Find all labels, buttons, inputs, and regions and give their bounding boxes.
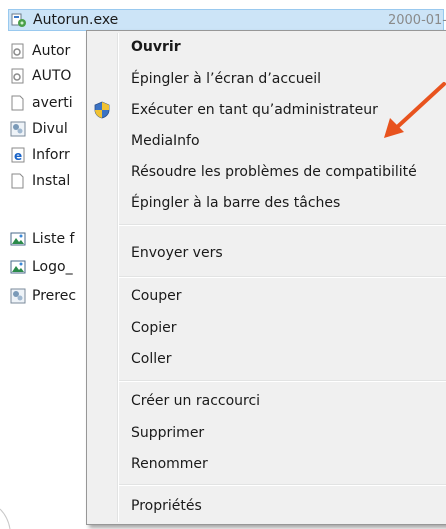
menu-separator	[119, 484, 446, 486]
file-row[interactable]: AUTO	[10, 65, 71, 87]
file-row[interactable]: Instal	[10, 170, 70, 192]
menu-item-delete[interactable]: Supprimer	[131, 420, 204, 446]
file-name: Autorun.exe	[33, 12, 119, 28]
setup-icon	[11, 68, 24, 84]
menu-separator	[119, 380, 446, 382]
file-name: Logo_	[32, 259, 73, 275]
menu-item-paste[interactable]: Coller	[131, 346, 172, 372]
menu-item-properties[interactable]: Propriétés	[131, 493, 202, 519]
file-row[interactable]: Logo_	[10, 256, 73, 278]
menu-item-rename[interactable]: Renommer	[131, 451, 208, 477]
uac-shield-icon	[94, 101, 110, 119]
menu-item-pin-to-taskbar[interactable]: Épingler à la barre des tâches	[131, 190, 340, 216]
menu-item-create-shortcut[interactable]: Créer un raccourci	[131, 388, 260, 414]
file-name: Inforr	[32, 147, 70, 163]
file-row[interactable]: Liste f	[10, 228, 74, 250]
text-file-icon	[11, 173, 24, 189]
menu-item-cut[interactable]: Couper	[131, 283, 181, 309]
file-date: 2000-01-	[387, 12, 446, 28]
settings-file-icon	[10, 288, 26, 304]
file-name: Prerec	[32, 288, 77, 304]
menu-separator	[119, 276, 446, 278]
file-name: Instal	[32, 173, 71, 189]
file-row[interactable]: Autor	[10, 40, 70, 62]
autorun-exe-icon	[11, 13, 26, 27]
annotation-arrow	[384, 82, 446, 138]
file-name: AUTO	[32, 68, 72, 84]
file-row[interactable]: averti	[10, 92, 73, 114]
file-name: averti	[32, 95, 73, 111]
file-row-autorun-exe[interactable]: Autorun.exe 2000-01-	[8, 9, 446, 31]
menu-item-copy[interactable]: Copier	[131, 315, 177, 341]
menu-item-send-to[interactable]: Envoyer vers	[131, 240, 223, 266]
image-file-icon	[10, 260, 26, 274]
setup-icon	[11, 43, 24, 59]
html-file-icon: e	[11, 147, 25, 163]
file-row[interactable]: Divul	[10, 118, 68, 140]
file-name: Autor	[32, 43, 71, 59]
menu-item-troubleshoot-compatibility[interactable]: Résoudre les problèmes de compatibilité	[131, 159, 417, 185]
file-row[interactable]: Prerec	[10, 285, 76, 307]
menu-item-run-as-administrator[interactable]: Exécuter en tant qu’administrateur	[131, 97, 378, 123]
menu-item-pin-to-start[interactable]: Épingler à l’écran d’accueil	[131, 66, 321, 92]
file-name: Liste f	[32, 231, 75, 247]
settings-file-icon	[10, 121, 26, 137]
menu-item-open[interactable]: Ouvrir	[131, 34, 181, 60]
menu-separator	[119, 224, 446, 226]
menu-item-mediainfo[interactable]: MediaInfo	[131, 128, 200, 154]
file-row[interactable]: e Inforr	[10, 144, 70, 166]
file-name: Divul	[32, 121, 68, 137]
window-corner-decoration	[0, 508, 11, 529]
svg-text:e: e	[14, 149, 22, 163]
image-file-icon	[10, 232, 26, 246]
text-file-icon	[11, 95, 24, 111]
